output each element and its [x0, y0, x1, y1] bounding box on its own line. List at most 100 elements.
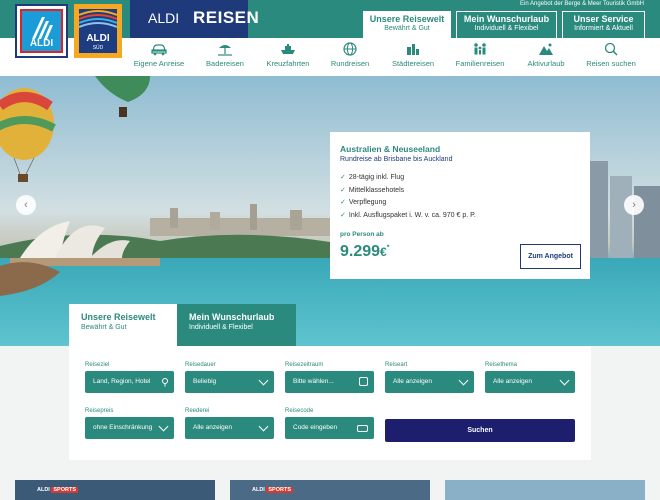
reisecode-input[interactable]: Code eingeben	[285, 417, 374, 439]
top-tab-wunschurlaub[interactable]: Mein Wunschurlaub Individuell & Flexibel	[456, 11, 557, 38]
field-label: Reederei	[185, 408, 210, 414]
nav-label: Aktivurlaub	[527, 59, 565, 68]
promo-card[interactable]: Australien & Neuseeland Rundreise ab Bri…	[330, 132, 590, 279]
teaser-card[interactable]: ALDI SPORTS	[230, 480, 430, 500]
carousel-prev-button[interactable]: ‹	[16, 195, 36, 215]
carousel-next-button[interactable]: ›	[624, 195, 644, 215]
teaser-badge: ALDI SPORTS	[252, 487, 293, 493]
reederei-select[interactable]: Alle anzeigen	[185, 417, 274, 439]
reisezeitraum-input[interactable]: Bitte wählen...	[285, 371, 374, 393]
field-reisepreis: Reisepreis ohne Einschränkung	[85, 408, 174, 439]
promo-feature: ✓ 28-tägig inkl. Flug	[340, 173, 476, 186]
code-icon	[357, 425, 368, 432]
nav-label: Reisen suchen	[586, 59, 636, 68]
search-tab-reisewelt[interactable]: Unsere Reisewelt Bewährt & Gut	[69, 304, 177, 346]
logo2-subtext: SÜD	[92, 45, 104, 51]
field-label: Reisedauer	[185, 362, 216, 368]
header-tagline: Ein Angebot der Berge & Meer Touristik G…	[520, 1, 644, 7]
logo1-text: ALDI	[29, 38, 54, 49]
search-tab-title: Mein Wunschurlaub	[189, 312, 275, 322]
field-value: Bitte wählen...	[293, 378, 334, 385]
reisepreis-select[interactable]: ohne Einschränkung	[85, 417, 174, 439]
teaser-brand: ALDI	[37, 487, 50, 493]
top-tab-title: Mein Wunschurlaub	[463, 14, 550, 24]
promo-subtitle: Rundreise ab Brisbane bis Auckland	[340, 156, 453, 163]
field-label: Reisezeitraum	[285, 362, 324, 368]
promo-title: Australien & Neuseeland	[340, 144, 441, 154]
promo-feature-text: 28-tägig inkl. Flug	[348, 174, 405, 181]
nav-label: Familienreisen	[455, 59, 505, 68]
promo-feature-text: Mittelklassehotels	[348, 186, 405, 194]
teaser-brand: ALDI	[252, 487, 265, 493]
check-icon: ✓	[340, 199, 346, 206]
logo2-text: ALDI	[86, 33, 110, 44]
nav-label: Kreuzfahrten	[266, 59, 310, 68]
price-currency: €	[380, 245, 387, 259]
promo-feature-text: Verpflegung	[348, 199, 387, 206]
field-label: Reisepreis	[85, 408, 114, 414]
check-icon: ✓	[340, 186, 346, 194]
logo-stripes-icon	[79, 10, 117, 28]
search-icon	[604, 42, 618, 56]
reiseart-select[interactable]: Alle anzeigen	[385, 371, 474, 393]
mountain-icon	[539, 43, 553, 55]
nav-item-familienreisen[interactable]: Familienreisen	[453, 42, 507, 68]
reisethema-select[interactable]: Alle anzeigen	[485, 371, 575, 393]
nav-item-staedtereisen[interactable]: Städtereisen	[388, 42, 438, 68]
top-tab-title: Unsere Reisewelt	[369, 14, 445, 24]
aldi-nord-logo[interactable]: ALDI	[15, 4, 68, 58]
reisedauer-select[interactable]: Beliebig	[185, 371, 274, 393]
price-value: 9.299	[340, 243, 381, 260]
check-icon: ✓	[340, 174, 346, 181]
check-icon: ✓	[340, 211, 346, 219]
field-label: Reiseart	[385, 362, 408, 368]
reiseziel-input[interactable]: Land, Region, Hotel	[85, 371, 174, 393]
field-label: Reisethema	[485, 362, 518, 368]
family-icon	[474, 43, 486, 55]
search-tab-title: Unsere Reisewelt	[81, 312, 156, 322]
logo-stripes-icon	[32, 17, 53, 39]
location-icon	[162, 378, 168, 387]
top-tab-service[interactable]: Unser Service Informiert & Aktuell	[562, 11, 645, 38]
brand-block[interactable]: ALDI REISEN	[130, 0, 259, 38]
field-reisedauer: Reisedauer Beliebig	[185, 362, 274, 393]
beach-umbrella-icon	[218, 45, 232, 56]
teaser-card[interactable]: ALDI SPORTS	[15, 480, 215, 500]
nav-item-kreuzfahrten[interactable]: Kreuzfahrten	[263, 42, 313, 68]
category-nav: Eigene Anreise Badereisen Kreuzfahrten R…	[130, 42, 660, 72]
nav-label: Badereisen	[206, 59, 244, 68]
promo-feature: ✓ Verpflegung	[340, 198, 476, 211]
promo-feature: ✓ Mittelklassehotels	[340, 186, 476, 199]
nav-item-eigene-anreise[interactable]: Eigene Anreise	[133, 42, 185, 68]
aldi-sued-logo[interactable]: ALDI SÜD	[74, 4, 122, 58]
brand-aldi: ALDI	[148, 10, 180, 26]
search-tab-subtitle: Individuell & Flexibel	[189, 324, 253, 331]
field-label: Reiseziel	[85, 362, 110, 368]
search-tab-wunschurlaub[interactable]: Mein Wunschurlaub Individuell & Flexibel	[177, 304, 296, 346]
site-header: Ein Angebot der Berge & Meer Touristik G…	[0, 0, 660, 76]
brand-reisen: REISEN	[193, 8, 260, 27]
teaser-tag: SPORTS	[51, 487, 78, 493]
field-value: Land, Region, Hotel	[93, 378, 151, 385]
zum-angebot-button[interactable]: Zum Angebot	[520, 244, 581, 269]
car-icon	[151, 44, 167, 56]
top-tab-subtitle: Individuell & Flexibel	[474, 25, 539, 32]
ship-icon	[281, 44, 295, 54]
teaser-badge: ALDI SPORTS	[37, 487, 78, 493]
search-tab-subtitle: Bewährt & Gut	[81, 324, 127, 331]
nav-item-reisen-suchen[interactable]: Reisen suchen	[585, 42, 637, 68]
nav-item-badereisen[interactable]: Badereisen	[203, 42, 247, 68]
price-footnote-mark: *	[386, 244, 390, 252]
promo-price: 9.299€*	[340, 243, 389, 261]
top-tab-reisewelt[interactable]: Unsere Reisewelt Bewährt & Gut	[363, 11, 451, 38]
promo-feature-text: Inkl. Ausflugspaket i. W. v. ca. 970 € p…	[348, 211, 476, 219]
nav-item-rundreisen[interactable]: Rundreisen	[328, 42, 372, 68]
search-submit-button[interactable]: Suchen	[385, 419, 575, 442]
field-label: Reisecode	[285, 408, 314, 414]
search-panel: Reiseziel Land, Region, Hotel Reisedauer…	[69, 346, 591, 460]
teaser-card[interactable]	[445, 480, 645, 500]
promo-feature-list: ✓ 28-tägig inkl. Flug ✓ Mittelklassehotels…	[340, 173, 476, 223]
field-reiseart: Reiseart Alle anzeigen	[385, 362, 474, 393]
nav-item-aktivurlaub[interactable]: Aktivurlaub	[523, 42, 569, 68]
promo-feature: ✓ Inkl. Ausflugspaket i. W. v. ca. 970 € …	[340, 211, 476, 224]
